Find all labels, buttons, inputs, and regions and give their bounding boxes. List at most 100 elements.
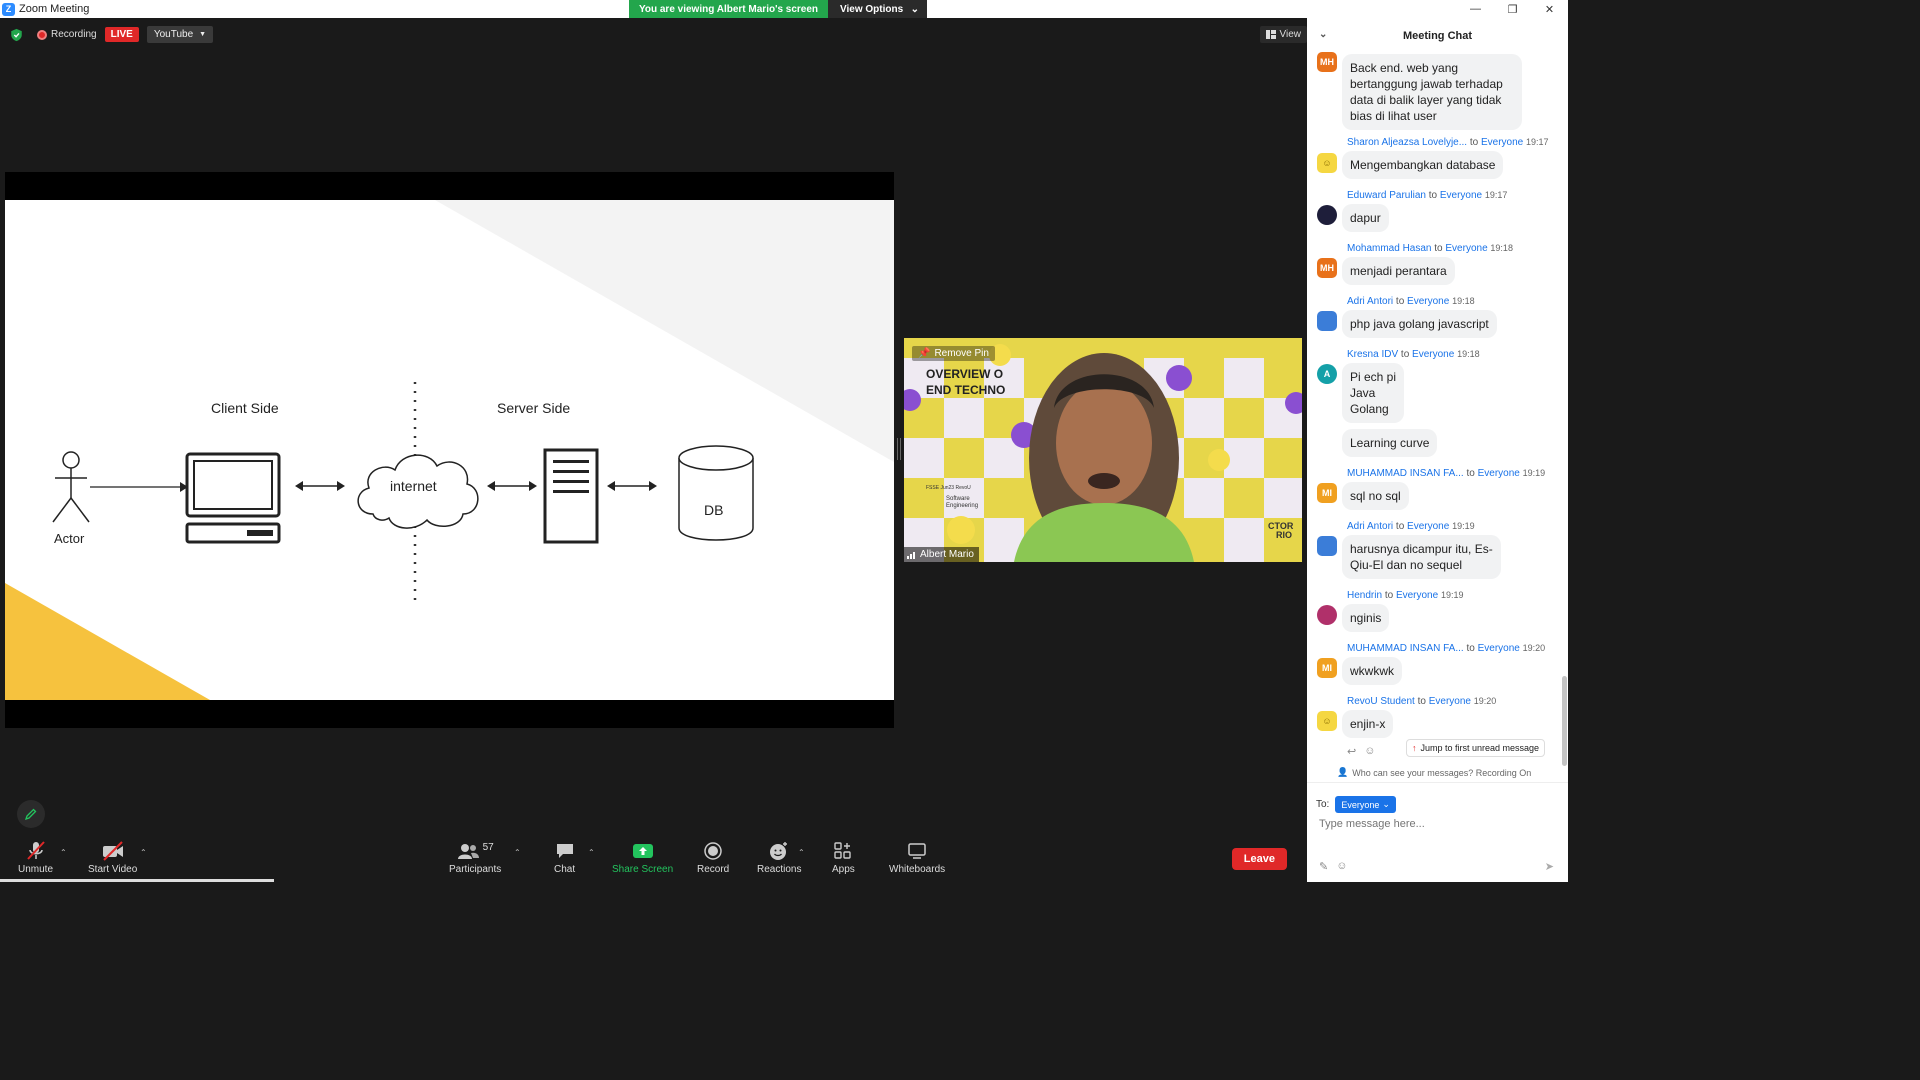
to-label: to [1395, 521, 1405, 532]
emoji-react-icon[interactable]: ☺ [1364, 745, 1375, 758]
window-controls: — ❐ ✕ [1457, 0, 1568, 18]
reactions-button[interactable]: Reactions [757, 840, 801, 875]
recipient-dropdown[interactable]: Everyone ⌄ [1335, 796, 1396, 813]
unmute-label: Unmute [18, 864, 54, 875]
view-options-label: View Options [840, 3, 904, 15]
whiteboards-label: Whiteboards [889, 864, 946, 875]
chat-message-bubble: menjadi perantara [1342, 257, 1455, 285]
avatar [1317, 205, 1337, 225]
shield-icon[interactable] [10, 28, 23, 42]
person-icon: 👤 [1337, 767, 1349, 777]
sender-name[interactable]: Hendrin [1347, 590, 1382, 601]
whiteboards-button[interactable]: Whiteboards [889, 840, 945, 875]
video-muted-icon [102, 841, 123, 861]
chat-message-bubble: Pi ech pi Java Golang [1342, 363, 1405, 423]
arrow-server-db [607, 481, 657, 491]
zoom-logo-icon: Z [2, 2, 15, 16]
timestamp: 19:17 [1484, 190, 1508, 200]
view-options-button[interactable]: View Options ⌄ [828, 0, 927, 18]
sender-name[interactable]: MUHAMMAD INSAN FA... [1347, 643, 1464, 654]
who-can-see-link[interactable]: 👤 Who can see your messages? Recording O… [1337, 767, 1531, 778]
video-bg-small-1: FSSE Jun23 RevoU [926, 485, 971, 491]
chevron-down-icon: ⌄ [910, 3, 919, 15]
chat-caret-icon[interactable]: ⌃ [588, 848, 595, 857]
chevron-down-icon[interactable]: ⌄ [1319, 29, 1327, 40]
chevron-down-icon: ⌄ [1382, 799, 1390, 809]
meeting-area: Recording LIVE YouTube ▼ View Client Sid… [0, 18, 1307, 882]
record-icon [704, 842, 722, 860]
chat-message-input[interactable] [1319, 818, 1559, 830]
sender-name[interactable]: Mohammad Hasan [1347, 243, 1431, 254]
avatar: ☺ [1317, 153, 1337, 173]
format-icon[interactable]: ✎ [1319, 860, 1328, 873]
resize-handle[interactable] [897, 438, 901, 460]
chat-divider [1307, 782, 1568, 783]
live-badge[interactable]: LIVE [104, 27, 139, 42]
timestamp: 19:20 [1473, 696, 1497, 706]
start-video-button[interactable]: Start Video [88, 840, 137, 875]
audience: Everyone [1480, 137, 1524, 148]
audience: Everyone [1445, 243, 1488, 254]
participant-name-tag: Albert Mario [904, 547, 979, 562]
avatar [1317, 536, 1337, 556]
sender-name[interactable]: MUHAMMAD INSAN FA... [1347, 468, 1464, 479]
recording-indicator[interactable]: Recording [37, 29, 97, 40]
chat-message-line: data di balik layer yang tidak [1350, 93, 1502, 107]
share-screen-icon [632, 844, 653, 858]
unmute-button[interactable]: Unmute [18, 840, 53, 875]
stream-dropdown[interactable]: YouTube ▼ [146, 26, 214, 43]
video-tile-albert-mario[interactable]: OVERVIEW O END TECHNO FSSE Jun23 RevoU S… [904, 338, 1302, 562]
video-bg-small-3: Engineering [946, 503, 979, 509]
pencil-icon [25, 808, 37, 820]
chat-message-header: Mohammad Hasan to Everyone 19:18 [1347, 243, 1513, 254]
restore-button[interactable]: ❐ [1494, 0, 1531, 18]
reactions-caret-icon[interactable]: ⌃ [798, 848, 805, 857]
remove-pin-button[interactable]: 📌 Remove Pin [912, 346, 995, 361]
to-label: to [1395, 296, 1405, 307]
video-options-caret-icon[interactable]: ⌃ [140, 848, 147, 857]
timestamp: 19:18 [1490, 243, 1513, 253]
sender-name[interactable]: RevoU Student [1347, 696, 1415, 707]
participants-caret-icon[interactable]: ⌃ [514, 848, 521, 857]
leave-button[interactable]: Leave [1231, 848, 1287, 870]
chat-button[interactable]: Chat [554, 840, 575, 875]
to-label: to [1428, 190, 1438, 201]
sender-name[interactable]: Eduward Parulian [1347, 190, 1426, 201]
timestamp: 19:17 [1526, 137, 1549, 147]
minimize-button[interactable]: — [1457, 0, 1494, 18]
reply-icon[interactable]: ↩ [1347, 745, 1356, 758]
annotate-button[interactable] [17, 800, 45, 828]
chat-title: Meeting Chat [1402, 30, 1473, 42]
bottom-progress-line [0, 879, 274, 882]
participants-label: Participants [449, 864, 502, 875]
close-button[interactable]: ✕ [1531, 0, 1568, 18]
database-icon [678, 445, 754, 541]
audience: Everyone [1439, 190, 1483, 201]
sender-name[interactable]: Adri Antori [1347, 521, 1393, 532]
view-button[interactable]: View [1259, 26, 1307, 43]
chat-message-line: bertanggung jawab terhadap [1350, 77, 1503, 91]
chat-scrollbar[interactable] [1562, 676, 1567, 766]
avatar: MI [1317, 658, 1337, 678]
audience: Everyone [1395, 590, 1439, 601]
caret-down-icon: ▼ [199, 31, 207, 38]
chat-message-bubble: wkwkwk [1342, 657, 1402, 685]
avatar [1317, 311, 1337, 331]
chat-message-bubble: Mengembangkan database [1342, 151, 1504, 179]
sender-name[interactable]: Kresna IDV [1347, 349, 1398, 360]
participants-button[interactable]: 57 Participants [449, 840, 502, 876]
audience: Everyone [1428, 696, 1471, 707]
share-screen-button[interactable]: Share Screen [612, 840, 673, 875]
apps-button[interactable]: Apps [832, 840, 855, 875]
meeting-topbar: Recording LIVE YouTube ▼ [10, 26, 214, 43]
chat-message-bubble: harusnya dicampur itu, Es- Qiu-El dan no… [1342, 535, 1501, 579]
sender-name[interactable]: Sharon Aljeazsa Lovelyje... [1347, 137, 1467, 148]
record-button[interactable]: Record [697, 840, 729, 875]
jump-to-unread-button[interactable]: ↑ Jump to first unread message [1406, 739, 1546, 757]
chat-message-header: MUHAMMAD INSAN FA... to Everyone 19:20 [1347, 643, 1545, 654]
send-icon[interactable]: ➤ [1545, 860, 1554, 873]
sender-name[interactable]: Adri Antori [1347, 296, 1393, 307]
emoji-icon[interactable]: ☺ [1336, 860, 1347, 873]
audio-options-caret-icon[interactable]: ⌃ [60, 848, 67, 857]
audience: Everyone [1477, 468, 1520, 479]
